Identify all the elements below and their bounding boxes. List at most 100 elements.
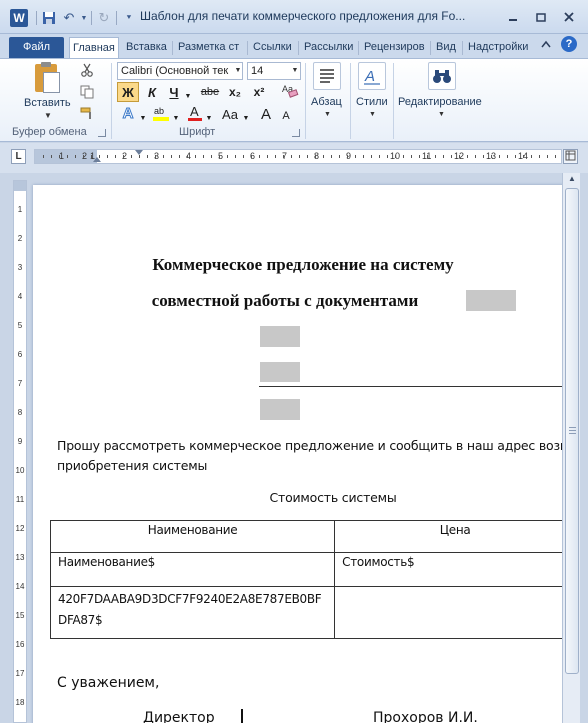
vertical-ruler-number: 1: [17, 205, 23, 214]
editing-button-label[interactable]: Редактирование: [398, 96, 482, 108]
font-color-icon[interactable]: A: [185, 104, 205, 122]
tab-file[interactable]: Файл: [9, 37, 64, 58]
font-name-field[interactable]: Calibri (Основной тек: [117, 62, 243, 80]
ruler-tick: [419, 155, 420, 158]
vertical-ruler[interactable]: 1 2 3 4 5 6 7 8 9 10 11 12 13 14 15 16 17 18: [13, 180, 27, 723]
tab-addins[interactable]: Надстройки: [465, 37, 535, 58]
content-control-placeholder[interactable]: [260, 362, 300, 382]
tab-selector[interactable]: L: [11, 149, 26, 164]
content-control-placeholder[interactable]: [260, 399, 300, 420]
ruler-tick: [515, 155, 516, 158]
close-button[interactable]: [556, 8, 582, 26]
undo-dropdown-icon[interactable]: ▼: [81, 10, 88, 26]
tab-insert[interactable]: Вставка: [123, 37, 171, 58]
table-cell[interactable]: [334, 586, 562, 639]
first-line-indent-marker[interactable]: [135, 150, 143, 155]
minimize-button[interactable]: [500, 8, 526, 26]
undo-icon[interactable]: ↶: [61, 10, 77, 26]
table-header-cell[interactable]: Цена: [334, 520, 562, 553]
ruler-tick: [475, 155, 476, 158]
content-control-placeholder[interactable]: [260, 326, 300, 347]
font-launcher-icon[interactable]: [292, 129, 300, 137]
subscript-button[interactable]: x₂: [224, 82, 246, 102]
text-effects-dropdown-icon[interactable]: ▼: [139, 108, 147, 128]
styles-dropdown-icon[interactable]: ▼: [369, 111, 376, 118]
superscript-button[interactable]: x²: [248, 82, 270, 102]
font-name-dropdown-icon[interactable]: ▼: [232, 62, 244, 80]
paste-icon[interactable]: [33, 62, 61, 94]
ribbon-tabs: Файл Главная Вставка Разметка ст Ссылки …: [0, 34, 588, 58]
paragraph-dropdown-icon[interactable]: ▼: [324, 111, 331, 118]
paragraph-button-label[interactable]: Абзац: [311, 96, 342, 108]
change-case-dropdown-icon[interactable]: ▼: [242, 108, 250, 128]
clear-formatting-icon[interactable]: Aa: [279, 81, 301, 99]
tab-separator: [358, 41, 359, 55]
ruler-tick: [195, 155, 196, 158]
underline-button[interactable]: Ч: [166, 82, 182, 102]
group-separator: [350, 63, 351, 139]
highlight-dropdown-icon[interactable]: ▼: [172, 108, 180, 128]
tab-page-layout[interactable]: Разметка ст: [175, 37, 246, 58]
underline-dropdown-icon[interactable]: ▼: [184, 86, 192, 106]
styles-icon[interactable]: A: [358, 62, 386, 90]
text-effects-icon[interactable]: A: [117, 104, 139, 122]
word-app-icon[interactable]: W: [10, 9, 28, 27]
styles-button-label[interactable]: Стили: [356, 96, 388, 108]
tab-home[interactable]: Главная: [69, 37, 119, 58]
ruler-tick: [147, 155, 148, 158]
tab-references[interactable]: Ссылки: [250, 37, 297, 58]
help-icon[interactable]: ?: [561, 36, 577, 52]
table-cell[interactable]: Наименование$: [49, 552, 336, 587]
ruler-tick: [51, 155, 52, 158]
bold-button[interactable]: Ж: [117, 82, 139, 102]
grow-font-button[interactable]: A: [258, 104, 274, 124]
change-case-button[interactable]: Aa: [218, 104, 242, 124]
editing-dropdown-icon[interactable]: ▼: [438, 111, 445, 118]
cut-icon[interactable]: [78, 61, 96, 79]
ruler-tick: [355, 155, 356, 158]
view-ruler-icon[interactable]: [563, 149, 578, 164]
vertical-scrollbar[interactable]: ▲: [562, 173, 580, 723]
font-group-label: Шрифт: [179, 126, 216, 138]
tab-view[interactable]: Вид: [433, 37, 461, 58]
binoculars-icon[interactable]: [428, 62, 456, 90]
tab-review[interactable]: Рецензиров: [361, 37, 429, 58]
ruler-tick: [155, 155, 156, 158]
scroll-thumb[interactable]: [565, 188, 579, 674]
table-cell[interactable]: Стоимость$: [334, 552, 562, 587]
ruler-tick: [107, 155, 108, 158]
paragraph-line1: Прошу рассмотреть коммерческое предложен…: [57, 438, 562, 453]
paste-button-label[interactable]: Вставить: [24, 97, 71, 109]
horizontal-ruler[interactable]: 1 2 1 2 3 4 5 6 7 8 9 10 11 12 13 14: [34, 149, 562, 164]
title-bar: W ↶ ▼ ↻ ⯆ Шаблон для печати коммерческог…: [0, 0, 588, 34]
paragraph-icon[interactable]: [313, 62, 341, 90]
font-color-dropdown-icon[interactable]: ▼: [205, 108, 213, 128]
content-control-placeholder[interactable]: [466, 290, 516, 311]
ruler-tick: [243, 155, 244, 158]
shrink-font-button[interactable]: A: [279, 106, 293, 126]
font-size-dropdown-icon[interactable]: ▼: [289, 62, 301, 80]
table-cell[interactable]: 420F7DAABA9D3DCF7F9240E2A8E787EB0BF DFA8…: [49, 586, 336, 639]
tab-mailings[interactable]: Рассылки: [301, 37, 357, 58]
redo-icon[interactable]: ↻: [96, 10, 112, 26]
clipboard-launcher-icon[interactable]: [98, 129, 106, 137]
minimize-ribbon-icon[interactable]: [538, 36, 554, 52]
restore-button[interactable]: [528, 8, 554, 26]
copy-icon[interactable]: [78, 83, 96, 101]
save-icon[interactable]: [41, 10, 57, 26]
strikethrough-button[interactable]: abe: [198, 82, 222, 102]
paste-dropdown-icon[interactable]: ▼: [44, 111, 52, 120]
scroll-up-icon[interactable]: ▲: [566, 174, 578, 186]
format-painter-icon[interactable]: [78, 104, 96, 122]
table-header-row: Наименование Цена: [49, 520, 562, 553]
table-header-cell[interactable]: Наименование: [49, 520, 336, 553]
italic-button[interactable]: К: [142, 82, 162, 102]
paragraph-line2: приобретения системы: [57, 458, 208, 473]
left-indent-marker[interactable]: [93, 157, 101, 162]
highlight-icon[interactable]: ab: [150, 104, 172, 122]
clipboard-group-label: Буфер обмена: [12, 126, 87, 138]
ruler-tick: [523, 155, 524, 158]
document-page[interactable]: Коммерческое предложение на систему совм…: [33, 185, 562, 723]
ruler-tick: [451, 155, 452, 158]
customize-qat-icon[interactable]: ⯆: [121, 10, 137, 26]
